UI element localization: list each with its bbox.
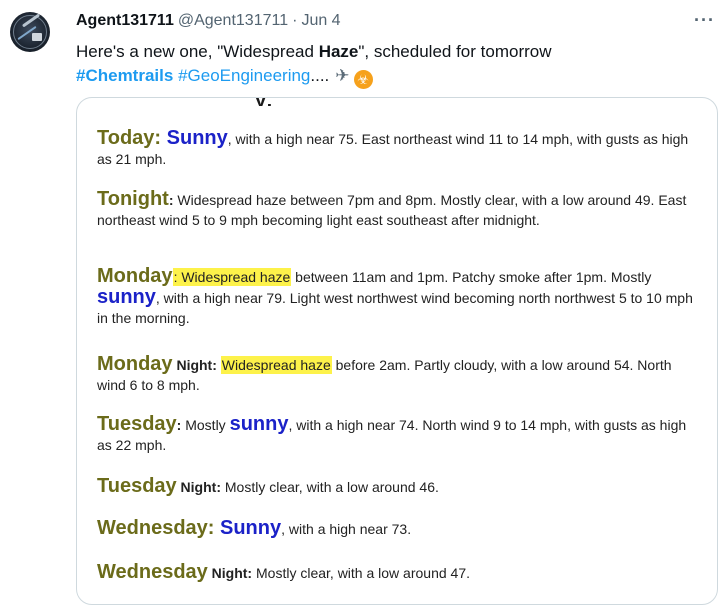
author-handle[interactable]: @Agent131711 xyxy=(178,12,288,30)
day-label: Tuesday xyxy=(97,475,177,497)
day-label: Wednesday xyxy=(97,517,208,539)
forecast-monday-night: Monday Night: Widespread haze before 2am… xyxy=(97,354,701,395)
forecast-today: Today: Sunny, with a high near 75. East … xyxy=(97,128,701,169)
hashtag-geoengineering[interactable]: #GeoEngineering xyxy=(178,66,310,85)
forecast-text: between 11am and 1pm. Patchy smoke after… xyxy=(291,269,652,285)
biohazard-emoji-icon: ☣ xyxy=(353,70,373,89)
day-label: Wednesday xyxy=(97,561,208,583)
tweet-header: Agent131711 @Agent131711 · Jun 4 xyxy=(76,12,341,34)
forecast-text: Mostly clear, with a low around 47. xyxy=(252,565,470,581)
forecast-text: , with a high near 79. Light west northw… xyxy=(97,290,693,326)
night-label: Night: xyxy=(176,479,221,495)
tweet-text: Here's a new one, "Widespread Haze", sch… xyxy=(76,40,716,89)
tweet-ellipsis: .... xyxy=(310,66,330,85)
forecast-wednesday-night: Wednesday Night: Mostly clear, with a lo… xyxy=(97,562,701,583)
avatar[interactable] xyxy=(10,12,50,52)
forecast-text: Widespread haze between 7pm and 8pm. Mos… xyxy=(97,192,687,228)
forecast-monday: Monday: Widespread haze between 11am and… xyxy=(97,266,701,328)
sunny-word: sunny xyxy=(229,413,289,435)
sunny-word: sunny xyxy=(97,286,156,308)
forecast-text: , with a high near 73. xyxy=(281,521,412,537)
forecast-tonight: Tonight: Widespread haze between 7pm and… xyxy=(97,189,701,230)
day-label: Tonight xyxy=(97,188,169,210)
night-label: Night: xyxy=(207,565,253,581)
day-label: Tuesday xyxy=(97,413,177,435)
day-colon: : xyxy=(176,417,186,433)
airplane-emoji-icon: ✈ xyxy=(335,66,350,85)
hashtag-chemtrails[interactable]: #Chemtrails xyxy=(76,66,173,85)
cropped-heading-text: y, xyxy=(255,98,274,106)
tweet-text-bold: Haze xyxy=(318,42,359,61)
forecast-tuesday-night: Tuesday Night: Mostly clear, with a low … xyxy=(97,476,701,497)
author-name[interactable]: Agent131711 xyxy=(76,12,174,30)
day-colon: : xyxy=(154,127,167,149)
more-options-icon[interactable]: ··· xyxy=(694,10,715,31)
separator-dot: · xyxy=(292,12,298,29)
highlight-widespread-haze: : Widespread haze xyxy=(172,268,292,286)
tweet-media-image[interactable]: y, Today: Sunny, with a high near 75. Ea… xyxy=(76,97,718,605)
forecast-wednesday: Wednesday: Sunny, with a high near 73. xyxy=(97,518,701,539)
tweet-text-part: Here's a new one, "Widespread xyxy=(76,42,319,61)
highlight-widespread-haze: Widespread haze xyxy=(220,356,332,374)
day-label: Monday xyxy=(97,265,173,287)
forecast-text: Mostly clear, with a low around 46. xyxy=(221,479,439,495)
tweet-date[interactable]: Jun 4 xyxy=(301,12,340,30)
forecast-tuesday: Tuesday: Mostly sunny, with a high near … xyxy=(97,414,701,455)
forecast-text: Mostly xyxy=(185,417,230,433)
day-colon: : xyxy=(207,517,220,539)
day-label: Monday xyxy=(97,353,173,375)
tweet-text-part: ", scheduled for tomorrow xyxy=(358,42,552,61)
cropped-heading-fragment: y, xyxy=(77,98,717,106)
night-label: Night: xyxy=(172,357,217,373)
avatar-chip-icon xyxy=(32,33,42,41)
sunny-word: Sunny xyxy=(166,127,228,149)
sunny-word: Sunny xyxy=(220,517,282,539)
day-label: Today xyxy=(97,127,155,149)
